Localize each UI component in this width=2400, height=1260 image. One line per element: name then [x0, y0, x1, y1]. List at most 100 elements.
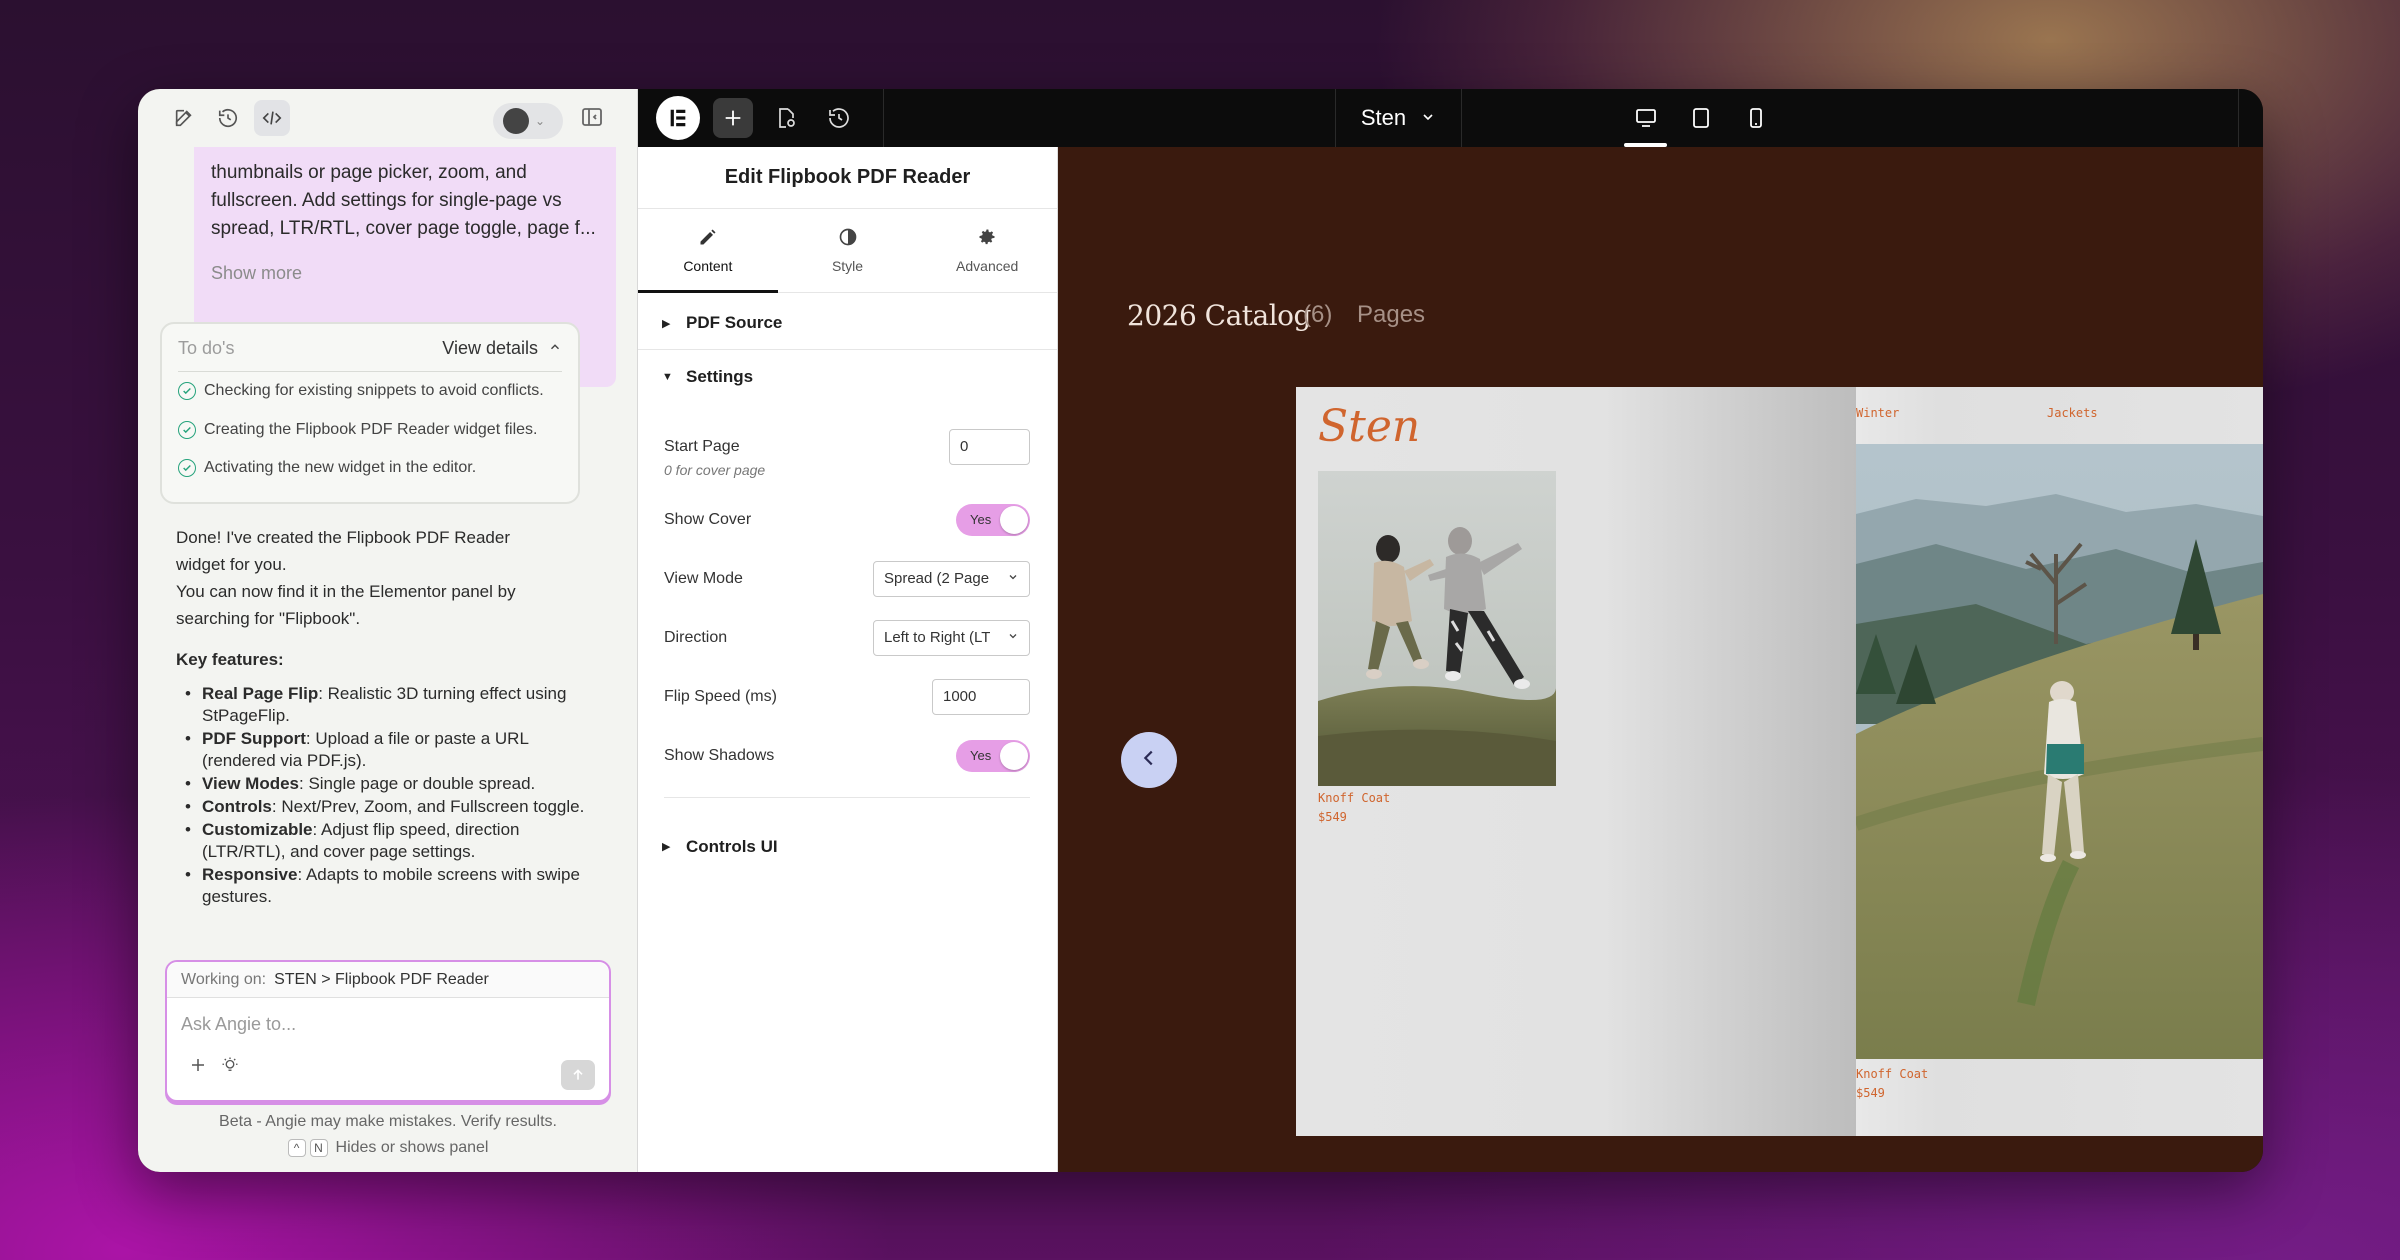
feature-item: Controls: Next/Prev, Zoom, and Fullscree…: [176, 796, 596, 818]
working-on-label: Working on:: [181, 970, 267, 988]
feature-item: Customizable: Adjust flip speed, directi…: [176, 819, 596, 863]
show-shadows-toggle[interactable]: Yes: [956, 739, 1030, 772]
toggle-knob: [1000, 505, 1028, 534]
angie-chat-panel: ⌄ thumbnails or page picker, zoom, and f…: [138, 89, 638, 1172]
section-settings[interactable]: ▼ Settings: [638, 350, 1057, 403]
theme-dot: [503, 108, 529, 134]
todo-card: To do's View details Checking for existi…: [160, 322, 580, 504]
add-element-button[interactable]: [713, 98, 753, 138]
assistant-response: Done! I've created the Flipbook PDF Read…: [176, 524, 596, 909]
section-title: PDF Source: [686, 313, 783, 332]
view-details-button[interactable]: View details: [442, 338, 562, 359]
product-name: Knoff Coat: [1856, 1067, 1929, 1081]
show-cover-toggle[interactable]: Yes: [956, 503, 1030, 536]
shortcut-hint-text: Hides or shows panel: [335, 1139, 489, 1156]
widget-editor-panel: Edit Flipbook PDF Reader Content Style A…: [638, 147, 1058, 1172]
field-label: View Mode: [664, 569, 743, 587]
tab-content[interactable]: Content: [638, 209, 778, 293]
site-selector[interactable]: Sten: [1335, 89, 1462, 147]
code-icon[interactable]: [254, 100, 290, 136]
product-price: $549: [1318, 810, 1347, 824]
catalog-pages-label: Pages: [1357, 301, 1426, 328]
section-title: Controls UI: [686, 836, 778, 856]
field-view-mode: View Mode Spread (2 Page: [638, 549, 1057, 608]
preview-canvas: 2026 Catalog (6) Pages Sten Knoff Coat $…: [1058, 147, 2263, 1172]
chevron-down-icon: [1420, 105, 1436, 131]
history-icon[interactable]: [819, 98, 859, 138]
response-line: searching for "Flipbook".: [176, 609, 361, 628]
brand-logo-text: Sten: [1318, 401, 1421, 452]
plus-icon[interactable]: [189, 1056, 207, 1079]
flip-speed-input[interactable]: 1000: [932, 678, 1030, 715]
todo-item: Checking for existing snippets to avoid …: [178, 372, 562, 411]
device-switcher: [1618, 89, 1783, 147]
chevron-down-icon: [1007, 570, 1019, 587]
select-value: Left to Right (LT: [884, 629, 991, 646]
view-mode-select[interactable]: Spread (2 Page: [873, 560, 1030, 597]
response-line: You can now find it in the Elementor pan…: [176, 582, 516, 601]
todo-item: Activating the new widget in the editor.: [178, 449, 562, 488]
field-flip-speed: Flip Speed (ms) 1000: [638, 667, 1057, 726]
topbar-left-tools: [638, 89, 884, 147]
lightbulb-icon[interactable]: [221, 1056, 239, 1079]
caret-right-icon: ▶: [662, 317, 671, 330]
check-circle-icon: [178, 382, 196, 401]
feature-item: PDF Support: Upload a file or paste a UR…: [176, 728, 596, 772]
pencil-icon: [698, 227, 718, 250]
elementor-logo-icon[interactable]: [656, 96, 700, 140]
todo-item-label: Creating the Flipbook PDF Reader widget …: [204, 420, 538, 438]
sidebar-collapse-icon[interactable]: [580, 105, 604, 134]
feature-name: Real Page Flip: [202, 684, 319, 703]
shortcut-key: N: [309, 1139, 328, 1157]
angie-toolbar: ⌄: [138, 89, 638, 147]
todo-item-label: Activating the new widget in the editor.: [204, 459, 477, 477]
todo-header: To do's View details: [178, 338, 562, 372]
tab-label: Style: [831, 258, 864, 274]
toggle-label: Yes: [970, 748, 992, 763]
field-show-shadows: Show Shadows Yes: [638, 726, 1057, 785]
feature-name: PDF Support: [202, 729, 306, 748]
chevron-down-icon: [1007, 629, 1019, 646]
field-label: Show Shadows: [664, 746, 775, 764]
category-tag: Winter: [1856, 406, 1900, 420]
check-circle-icon: [178, 420, 196, 439]
field-show-cover: Show Cover Yes: [638, 490, 1057, 549]
chevron-down-icon: ⌄: [535, 114, 546, 128]
mobile-icon[interactable]: [1728, 89, 1783, 147]
editor-title: Edit Flipbook PDF Reader: [638, 147, 1057, 209]
select-value: Spread (2 Page: [884, 570, 990, 587]
elementor-topbar: Sten: [638, 89, 2263, 147]
chevron-up-icon: [548, 338, 562, 359]
tab-advanced[interactable]: Advanced: [917, 209, 1057, 292]
feature-name: Customizable: [202, 820, 313, 839]
field-label: Show Cover: [664, 510, 752, 528]
prev-page-button[interactable]: [1121, 732, 1177, 788]
ask-input[interactable]: Ask Angie to...: [167, 998, 609, 1056]
desktop-icon[interactable]: [1618, 89, 1673, 147]
book-page-left: Sten Knoff Coat $549: [1296, 387, 1856, 1136]
start-page-input[interactable]: 0: [949, 428, 1030, 465]
todo-item: Creating the Flipbook PDF Reader widget …: [178, 411, 562, 450]
page-settings-icon[interactable]: [766, 98, 806, 138]
feature-name: Responsive: [202, 865, 298, 884]
working-on-bar: Working on: STEN > Flipbook PDF Reader: [167, 962, 609, 998]
section-controls-ui[interactable]: ▶ Controls UI: [638, 820, 1057, 873]
tablet-icon[interactable]: [1673, 89, 1728, 147]
tab-style[interactable]: Style: [778, 209, 918, 292]
toggle-knob: [1000, 741, 1028, 770]
send-button[interactable]: [561, 1060, 595, 1090]
feature-text: : Next/Prev, Zoom, and Fullscreen toggle…: [271, 797, 585, 816]
flipbook[interactable]: Sten Knoff Coat $549 Winter Jackets Knof…: [1296, 387, 2263, 1136]
direction-select[interactable]: Left to Right (LT: [873, 619, 1030, 656]
todo-title: To do's: [178, 338, 235, 358]
chevron-left-icon: [1138, 747, 1160, 774]
editor-tabs: Content Style Advanced: [638, 209, 1057, 293]
section-pdf-source[interactable]: ▶ PDF Source: [638, 297, 1057, 350]
history-icon[interactable]: [210, 100, 246, 136]
caret-right-icon: ▶: [662, 841, 671, 853]
working-on-value: STEN > Flipbook PDF Reader: [274, 970, 489, 988]
edit-icon[interactable]: [166, 100, 202, 136]
section-title: Settings: [686, 366, 754, 386]
theme-toggle[interactable]: ⌄: [493, 103, 563, 139]
show-more-link[interactable]: Show more: [211, 259, 599, 287]
